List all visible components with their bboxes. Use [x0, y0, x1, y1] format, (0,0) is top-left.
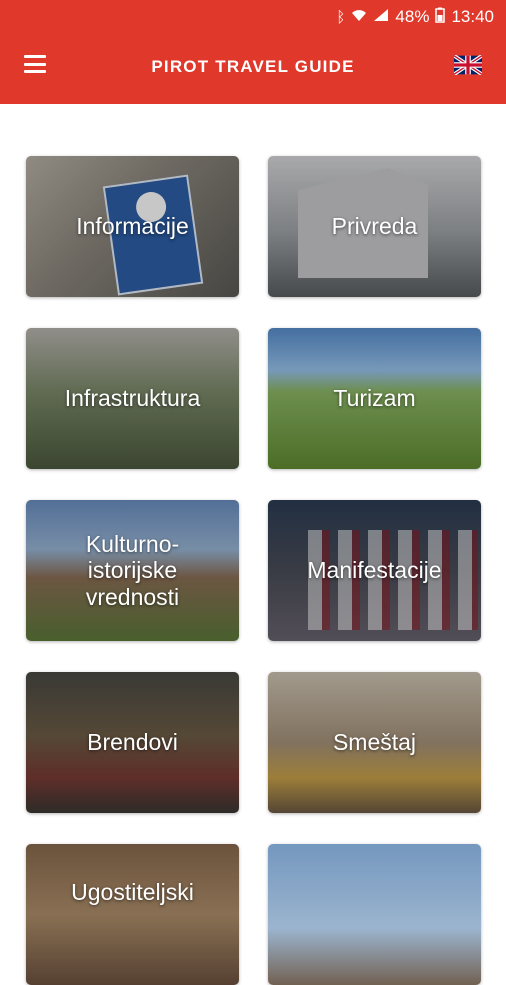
tile-label: Informacije: [76, 213, 189, 240]
battery-icon: [435, 7, 446, 27]
tile-label: Brendovi: [87, 729, 178, 756]
tile-label: Kulturno- istorijske vrednosti: [85, 530, 180, 610]
uk-flag-icon[interactable]: [452, 54, 484, 76]
bluetooth-icon: ᛒ: [336, 8, 346, 26]
battery-level: 48%: [395, 7, 430, 26]
tile-infrastruktura[interactable]: Infrastruktura: [26, 328, 239, 469]
clock: 13:40: [451, 7, 494, 26]
tile-label: Turizam: [333, 385, 416, 412]
signal-icon: [373, 8, 389, 26]
tile-brendovi[interactable]: Brendovi: [26, 672, 239, 813]
tile-label: [268, 844, 481, 985]
wifi-icon: [351, 8, 367, 26]
tile-label: Smeštaj: [332, 729, 417, 756]
tile-privreda[interactable]: Privreda: [268, 156, 481, 297]
tile-label: Infrastruktura: [64, 385, 201, 412]
app-title: PIROT TRAVEL GUIDE: [151, 57, 355, 76]
tile-label: Ugostiteljski: [71, 878, 194, 905]
tile-ugostiteljski[interactable]: Ugostiteljski: [26, 844, 239, 985]
tile-partial[interactable]: [268, 844, 481, 985]
tile-label: Privreda: [331, 213, 418, 240]
tile-manifestacije[interactable]: Manifestacije: [268, 500, 481, 641]
tile-kulturno-istorijske-vrednosti[interactable]: Kulturno- istorijske vrednosti: [26, 500, 239, 641]
app-bar: PIROT TRAVEL GUIDE: [0, 34, 506, 104]
tile-smestaj[interactable]: Smeštaj: [268, 672, 481, 813]
tile-turizam[interactable]: Turizam: [268, 328, 481, 469]
status-bar: ᛒ 48% 13:40: [0, 0, 506, 34]
tile-label: Manifestacije: [307, 557, 442, 584]
tile-informacije[interactable]: Informacije: [26, 156, 239, 297]
